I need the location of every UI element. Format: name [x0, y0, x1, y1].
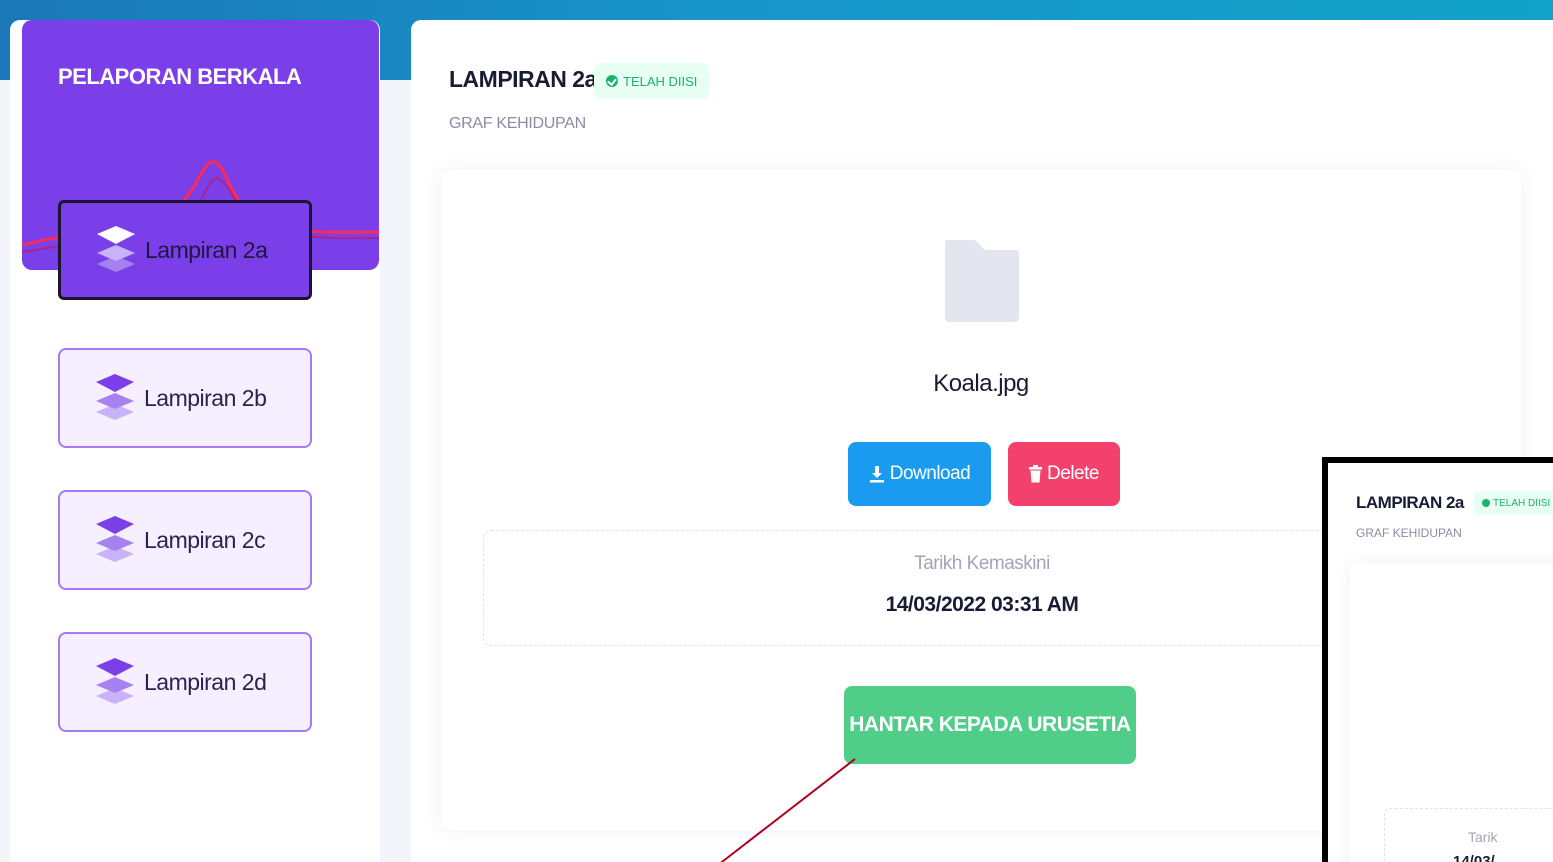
layers-icon	[96, 658, 134, 704]
download-button[interactable]: Download	[848, 442, 991, 506]
trash-icon	[1029, 465, 1043, 483]
submit-to-secretariat-button[interactable]: HANTAR KEPADA URUSETIA	[844, 686, 1136, 764]
status-badge-label: TELAH DIISI	[623, 73, 698, 89]
layers-icon	[96, 374, 134, 420]
inset-date-label: Tarik	[1468, 829, 1498, 845]
inset-subtitle: GRAF KEHIDUPAN	[1356, 526, 1462, 540]
layers-icon	[96, 516, 134, 562]
sidebar-item-lampiran-2a[interactable]: Lampiran 2a	[58, 200, 312, 300]
annotation-arrow	[720, 758, 856, 862]
sidebar: PELAPORAN BERKALA Lampiran 2a Lampiran 2…	[10, 20, 380, 862]
zoom-inset: LAMPIRAN 2a TELAH DIISI GRAF KEHIDUPAN T…	[1322, 457, 1553, 862]
delete-button-label: Delete	[1047, 463, 1099, 484]
page-title: LAMPIRAN 2a	[449, 66, 597, 92]
sidebar-item-label: Lampiran 2b	[144, 384, 267, 411]
inset-status-badge: TELAH DIISI	[1474, 491, 1553, 515]
page-subtitle: GRAF KEHIDUPAN	[449, 115, 586, 132]
check-circle-icon	[1482, 499, 1490, 507]
check-circle-icon	[606, 75, 618, 87]
layers-icon	[97, 226, 135, 272]
sidebar-item-label: Lampiran 2a	[145, 236, 268, 263]
sidebar-item-lampiran-2d[interactable]: Lampiran 2d	[58, 632, 312, 732]
sidebar-item-label: Lampiran 2c	[144, 526, 266, 553]
sidebar-item-lampiran-2b[interactable]: Lampiran 2b	[58, 348, 312, 448]
download-button-label: Download	[889, 463, 971, 484]
inset-status-label: TELAH DIISI	[1493, 497, 1551, 509]
sidebar-item-lampiran-2c[interactable]: Lampiran 2c	[58, 490, 312, 590]
folder-icon	[945, 240, 1019, 322]
file-name: Koala.jpg	[933, 370, 1029, 397]
download-icon	[869, 466, 884, 483]
inset-title: LAMPIRAN 2a	[1356, 493, 1464, 512]
status-badge: TELAH DIISI	[594, 63, 710, 99]
sidebar-title: PELAPORAN BERKALA	[58, 64, 302, 89]
inset-date-value: 14/03/	[1453, 853, 1495, 862]
sidebar-item-label: Lampiran 2d	[144, 668, 267, 695]
delete-button[interactable]: Delete	[1008, 442, 1120, 506]
